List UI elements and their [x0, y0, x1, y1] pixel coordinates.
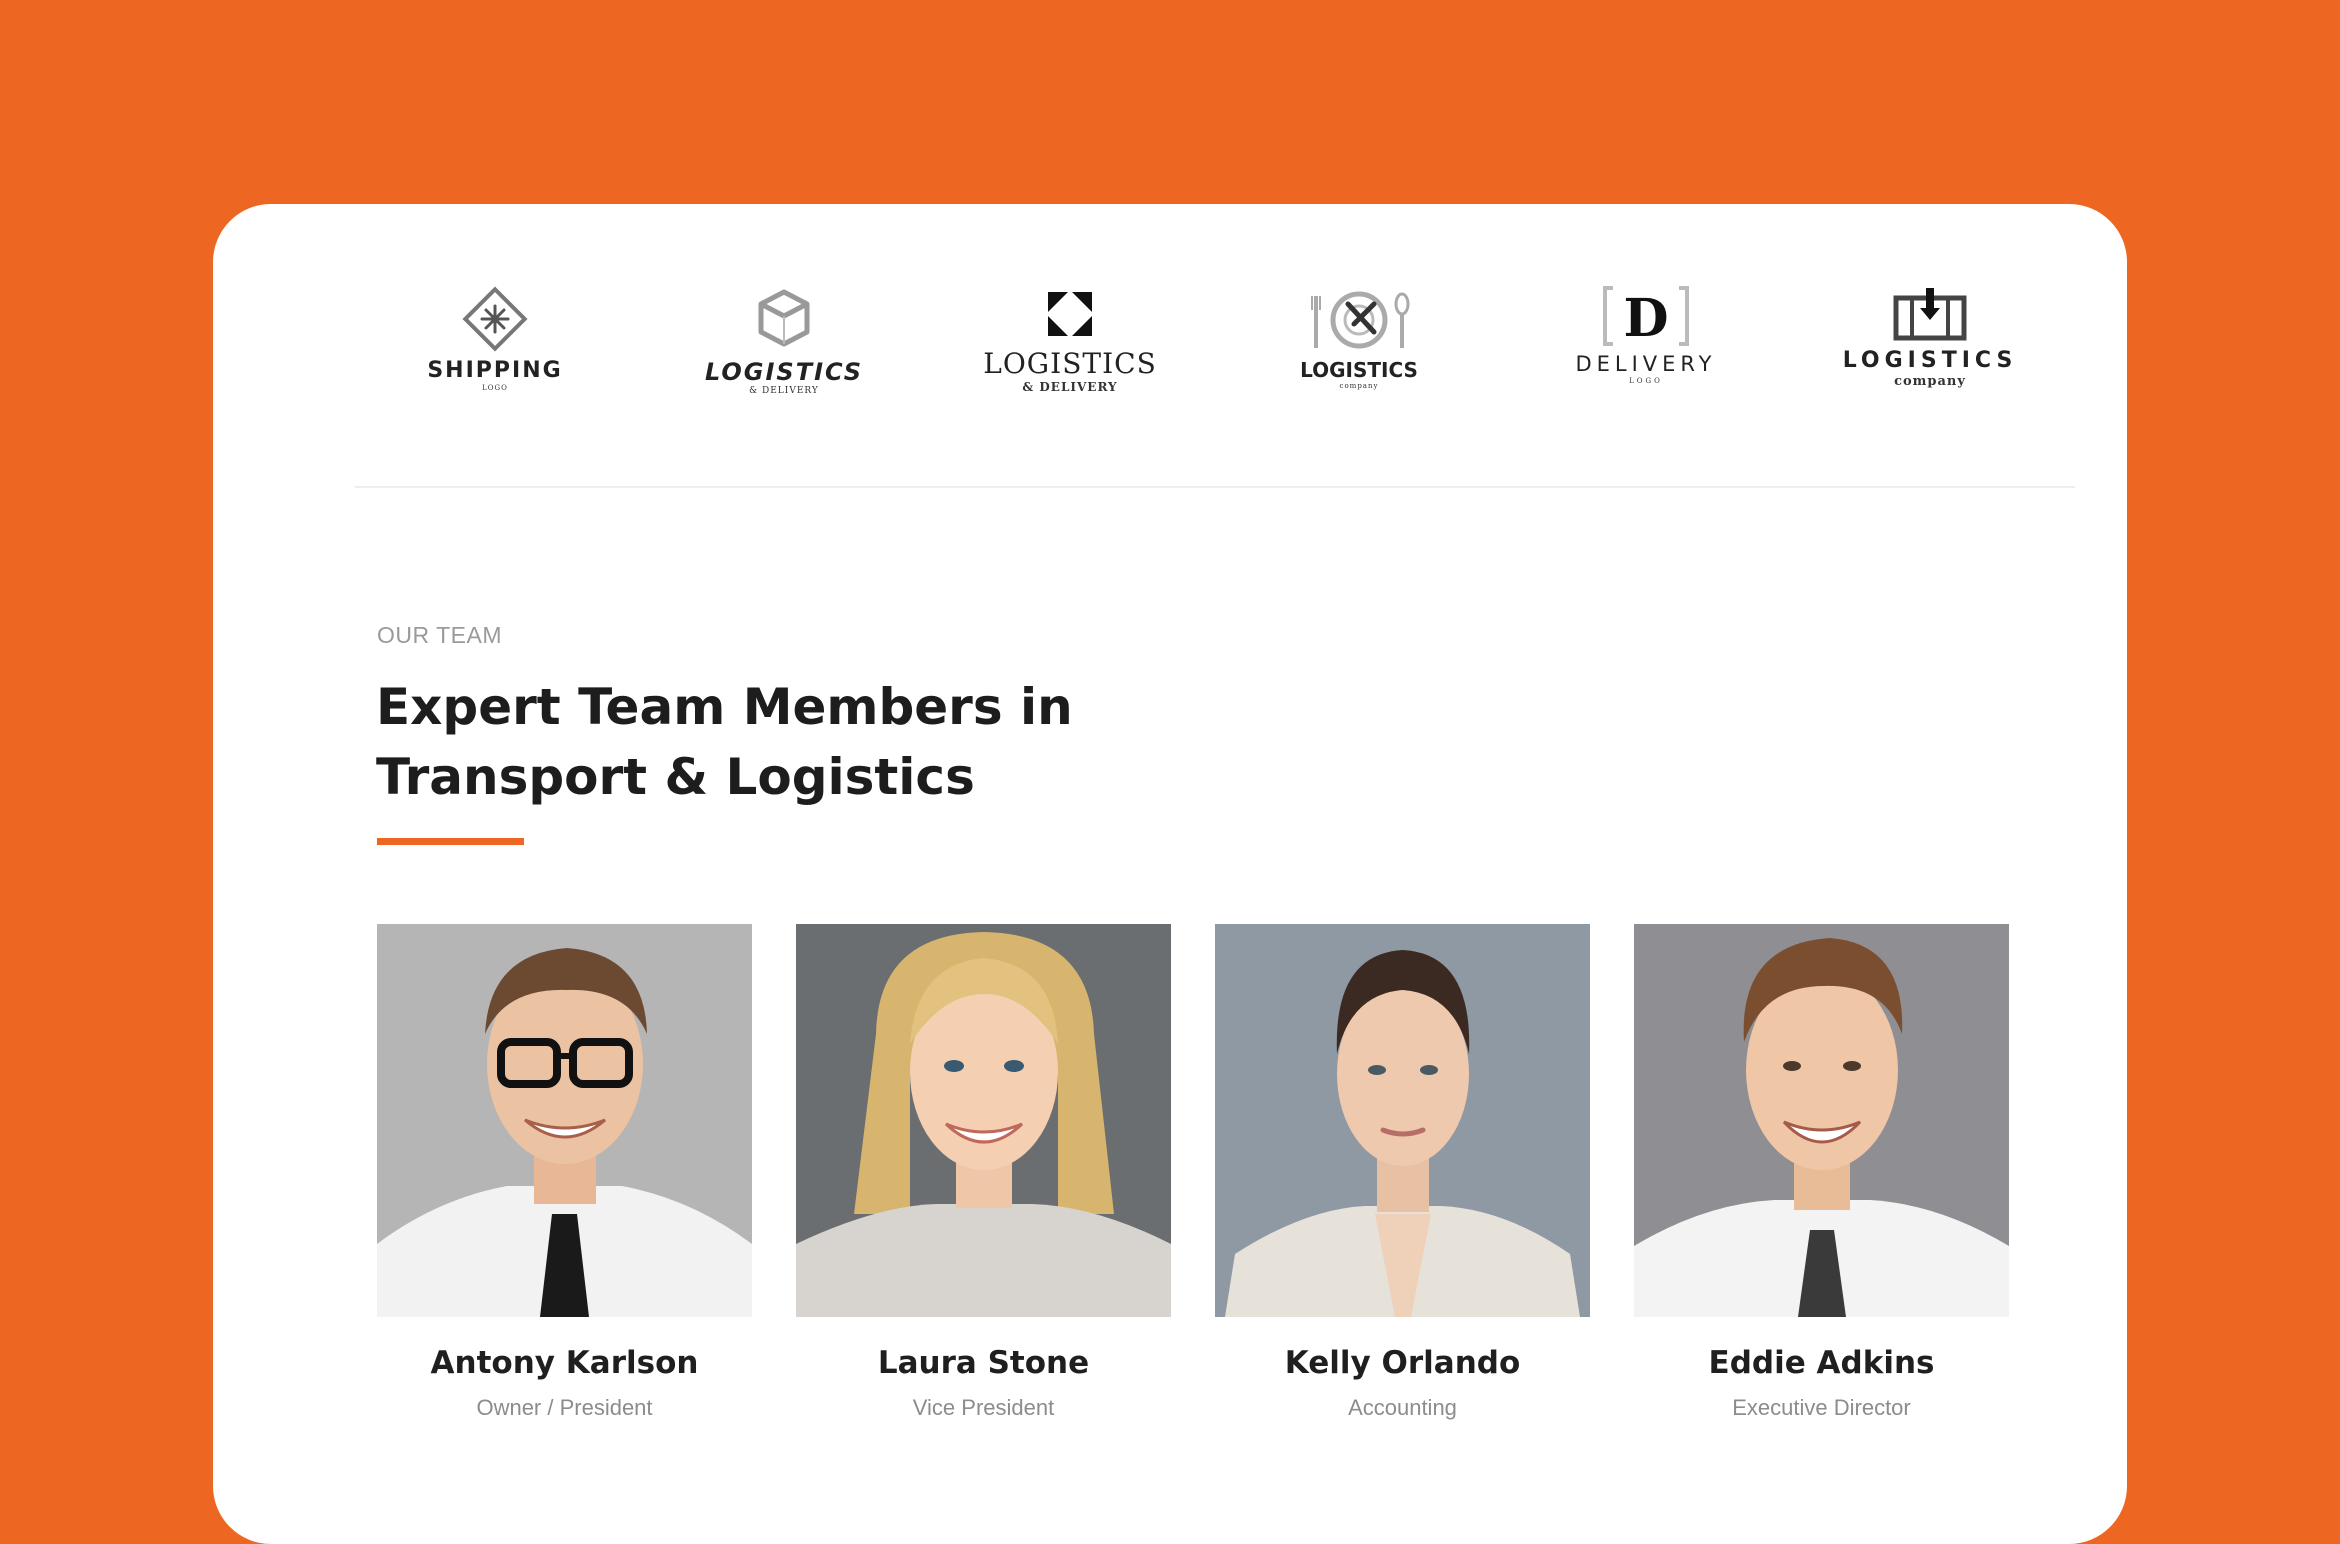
member-name: Antony Karlson — [430, 1345, 699, 1381]
heading-accent-bar — [377, 838, 524, 845]
logo-title: LOGISTICS — [1300, 358, 1418, 382]
partner-logo-logistics-plate[interactable]: LOGISTICS company — [1229, 284, 1489, 414]
logo-subtitle: company — [1894, 374, 1966, 389]
logo-title: LOGISTICS — [983, 347, 1157, 380]
svg-text:D: D — [1623, 288, 1668, 348]
member-role: Vice President — [912, 1395, 1055, 1420]
member-name: Laura Stone — [877, 1345, 1090, 1381]
section-divider — [355, 486, 2075, 488]
heading-line-2: Transport & Logistics — [376, 748, 975, 806]
logo-title: LOGISTICS — [704, 358, 864, 386]
content-card: SHIPPING LOGO LOGISTICS & DELIVERY LOGIS… — [213, 204, 2127, 1544]
partner-logo-logistics-arrows[interactable]: LOGISTICS & DELIVERY — [940, 284, 1200, 414]
member-role: Accounting — [1348, 1395, 1457, 1420]
logo-subtitle: LOGO — [482, 384, 508, 392]
member-photo — [1634, 924, 2009, 1317]
member-role: Executive Director — [1732, 1395, 1911, 1420]
partner-logo-shipping[interactable]: SHIPPING LOGO — [365, 284, 625, 414]
section-eyebrow: OUR TEAM — [377, 622, 502, 648]
team-member-card[interactable]: Eddie Adkins Executive Director — [1634, 924, 2009, 1421]
logo-subtitle: company — [1339, 382, 1379, 390]
section-heading: Expert Team Members in Transport & Logis… — [376, 672, 1176, 812]
heading-line-1: Expert Team Members in — [376, 678, 1073, 736]
partner-logos: SHIPPING LOGO LOGISTICS & DELIVERY LOGIS… — [213, 204, 2127, 504]
member-role: Owner / President — [476, 1395, 653, 1420]
member-photo — [1215, 924, 1590, 1317]
partner-logo-delivery[interactable]: D DELIVERY LOGO — [1516, 284, 1776, 414]
plate-cutlery-icon — [1311, 291, 1410, 349]
diamond-snowflake-icon — [462, 286, 528, 352]
logo-title: DELIVERY — [1575, 352, 1717, 376]
partner-logo-logistics-box[interactable]: LOGISTICS company — [1800, 284, 2060, 414]
corner-arrows-icon — [1048, 292, 1092, 336]
cube-icon — [758, 289, 810, 347]
logo-title: SHIPPING — [427, 358, 563, 383]
bracket-d-icon: D — [1603, 286, 1689, 348]
team-member-card[interactable]: Laura Stone Vice President — [796, 924, 1171, 1421]
member-name: Eddie Adkins — [1708, 1345, 1935, 1381]
member-photo — [796, 924, 1171, 1317]
logo-title: LOGISTICS — [1842, 348, 2018, 373]
logo-subtitle: & DELIVERY — [1022, 380, 1118, 394]
member-name: Kelly Orlando — [1284, 1345, 1521, 1381]
member-photo — [377, 924, 752, 1317]
box-arrow-icon — [1893, 288, 1967, 341]
team-member-card[interactable]: Antony Karlson Owner / President — [377, 924, 752, 1421]
partner-logo-logistics-cube[interactable]: LOGISTICS & DELIVERY — [654, 284, 914, 414]
logo-subtitle: & DELIVERY — [749, 386, 819, 396]
team-member-card[interactable]: Kelly Orlando Accounting — [1215, 924, 1590, 1421]
logo-subtitle: LOGO — [1629, 377, 1663, 385]
